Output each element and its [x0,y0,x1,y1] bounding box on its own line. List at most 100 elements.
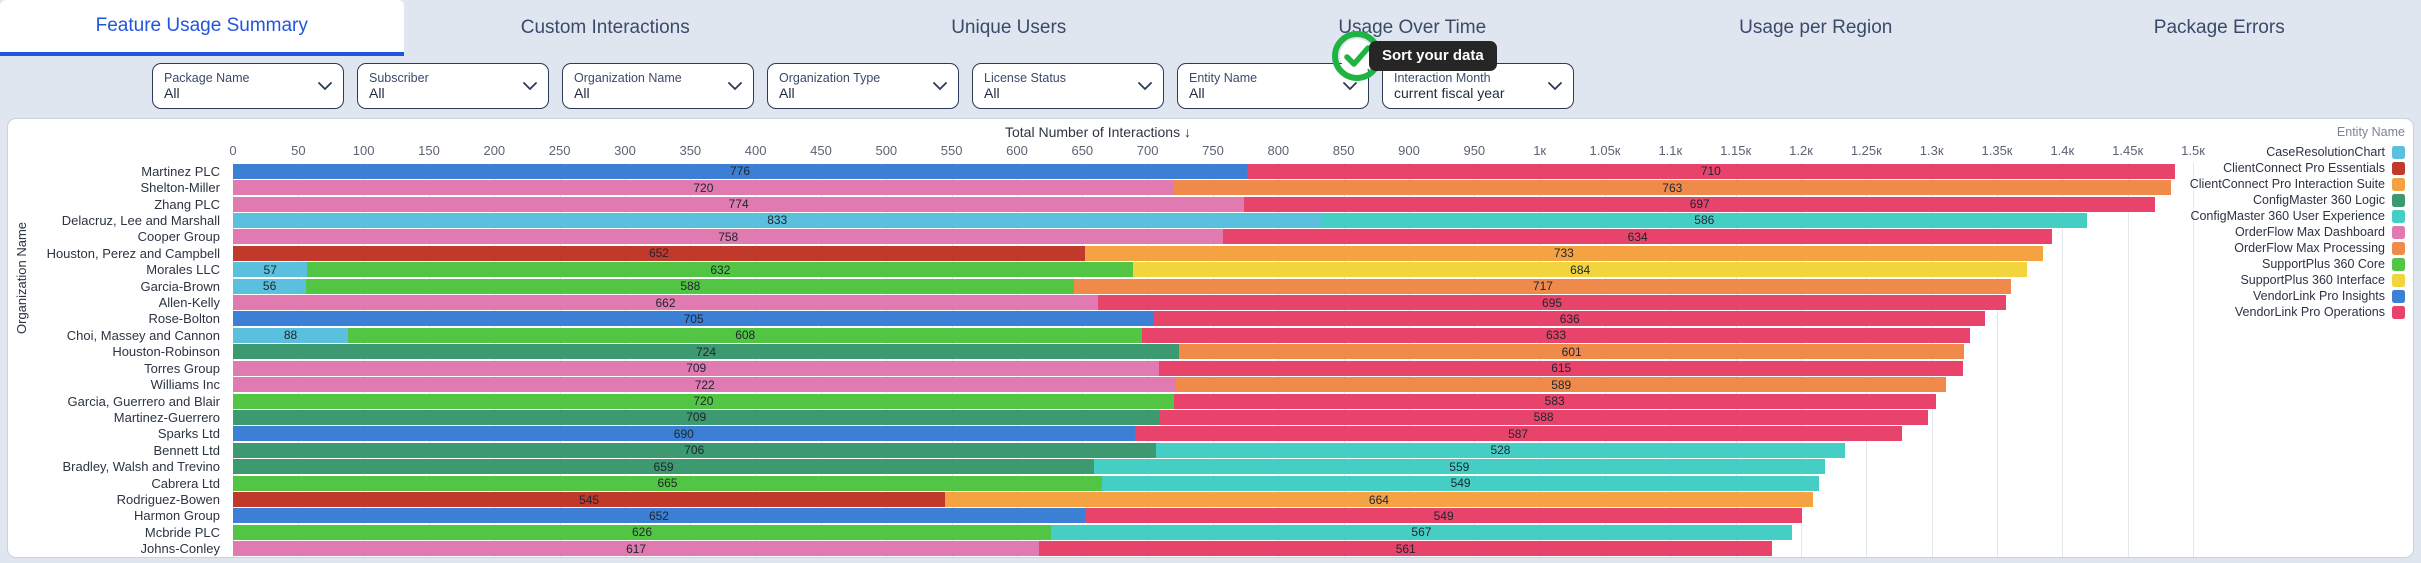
bar-segment[interactable]: 615 [1159,360,1964,376]
bar-row[interactable]: 724 601 [233,344,1965,360]
legend-item[interactable]: CaseResolutionChart [2191,144,2413,160]
bar-segment[interactable]: 664 [945,492,1813,508]
filter-entity-name[interactable]: Entity Name All [1177,63,1369,109]
bar-segment[interactable]: 549 [1084,508,1803,524]
filter-license-status[interactable]: License Status All [972,63,1164,109]
bar-row[interactable]: 652 549 [233,508,1803,524]
bar-row[interactable]: 626 567 [233,524,1792,540]
bar-segment[interactable]: 706 [233,442,1156,458]
bar-segment[interactable]: 652 [233,508,1085,524]
bar-row[interactable]: 659 559 [233,459,1825,475]
bar-segment[interactable]: 720 [233,393,1174,409]
bar-segment[interactable]: 652 [233,245,1085,261]
legend-item[interactable]: VendorLink Pro Insights [2191,288,2413,304]
bar-segment[interactable]: 695 [1098,295,2007,311]
bar-segment[interactable]: 709 [233,409,1160,425]
bar-segment[interactable]: 636 [1154,311,1986,327]
bar-segment[interactable]: 545 [233,492,946,508]
bar-row[interactable]: 706 528 [233,442,1846,458]
bar-row[interactable]: 720 763 [233,180,2171,196]
bar-segment[interactable]: 763 [1173,180,2171,196]
bar-segment[interactable]: 587 [1134,426,1902,442]
bar-segment[interactable]: 528 [1155,442,1846,458]
bar-row[interactable]: 705 636 [233,311,1986,327]
filter-organization-name[interactable]: Organization Name All [562,63,754,109]
bar-segment[interactable]: 561 [1039,541,1773,557]
bar-segment[interactable]: 697 [1244,196,2156,212]
bar-segment[interactable]: 705 [233,311,1155,327]
bar-segment[interactable]: 608 [347,327,1143,343]
bar-row[interactable]: 776 710 [233,163,2175,179]
tab-unique-users[interactable]: Unique Users [807,0,1211,56]
bar-segment[interactable]: 634 [1223,229,2052,245]
bar-row[interactable]: 545 664 [233,492,1813,508]
bar-segment[interactable]: 633 [1142,327,1970,343]
legend-item[interactable]: SupportPlus 360 Interface [2191,272,2413,288]
tab-custom-interactions[interactable]: Custom Interactions [404,0,808,56]
bar-segment[interactable]: 588 [1159,409,1928,425]
bar-row[interactable]: 833 586 [233,212,2088,228]
bar-segment[interactable]: 758 [233,229,1224,245]
bar-segment[interactable]: 583 [1173,393,1936,409]
bar-segment[interactable]: 588 [306,278,1075,294]
filter-package-name[interactable]: Package Name All [152,63,344,109]
bar-segment[interactable]: 774 [233,196,1245,212]
legend-item[interactable]: VendorLink Pro Operations [2191,304,2413,320]
tab-usage-per-region[interactable]: Usage per Region [1614,0,2018,56]
bar-segment[interactable]: 724 [233,344,1180,360]
bar-row[interactable]: 720 583 [233,393,1936,409]
bar-row[interactable]: 709 615 [233,360,1964,376]
tab-feature-usage-summary[interactable]: Feature Usage Summary [0,0,404,56]
chevron-down-icon[interactable] [1343,82,1357,91]
bar-segment[interactable]: 776 [233,163,1247,179]
bar-segment[interactable]: 567 [1050,524,1792,540]
tab-package-errors[interactable]: Package Errors [2018,0,2421,56]
bar-segment[interactable]: 722 [233,377,1177,393]
bar-row[interactable]: 56 588 717 [233,278,2012,294]
bar-row[interactable]: 88 608 633 [233,327,1970,343]
chevron-down-icon[interactable] [728,82,742,91]
bar-segment[interactable]: 56 [233,278,307,294]
bar-segment[interactable]: 601 [1179,344,1965,360]
bar-row[interactable]: 722 589 [233,377,1947,393]
filter-subscriber[interactable]: Subscriber All [357,63,549,109]
legend-item[interactable]: OrderFlow Max Dashboard [2191,224,2413,240]
legend-item[interactable]: ClientConnect Pro Essentials [2191,160,2413,176]
legend-item[interactable]: OrderFlow Max Processing [2191,240,2413,256]
bar-segment[interactable]: 665 [233,475,1102,491]
bar-segment[interactable]: 626 [233,524,1051,540]
legend-item[interactable]: ConfigMaster 360 Logic [2191,192,2413,208]
bar-row[interactable]: 709 588 [233,409,1928,425]
bar-segment[interactable]: 684 [1133,262,2028,278]
chevron-down-icon[interactable] [933,82,947,91]
legend-item[interactable]: ClientConnect Pro Interaction Suite [2190,176,2413,192]
filter-organization-type[interactable]: Organization Type All [767,63,959,109]
bar-segment[interactable]: 659 [233,459,1095,475]
bar-segment[interactable]: 88 [233,327,348,343]
bar-segment[interactable]: 709 [233,360,1160,376]
bar-segment[interactable]: 690 [233,426,1135,442]
bar-row[interactable]: 665 549 [233,475,1820,491]
bar-segment[interactable]: 710 [1246,163,2175,179]
bar-row[interactable]: 690 587 [233,426,1902,442]
bar-row[interactable]: 57 632 684 [233,262,2028,278]
bar-segment[interactable]: 589 [1176,377,1947,393]
bar-segment[interactable]: 720 [233,180,1174,196]
bar-segment[interactable]: 549 [1101,475,1820,491]
bar-row[interactable]: 617 561 [233,541,1773,557]
bar-row[interactable]: 662 695 [233,295,2007,311]
chevron-down-icon[interactable] [1548,82,1562,91]
bar-row[interactable]: 652 733 [233,245,2043,261]
bar-segment[interactable]: 833 [233,212,1322,228]
bar-segment[interactable]: 733 [1084,245,2043,261]
bar-segment[interactable]: 717 [1074,278,2012,294]
bar-row[interactable]: 774 697 [233,196,2156,212]
legend-item[interactable]: SupportPlus 360 Core [2191,256,2413,272]
chevron-down-icon[interactable] [1138,82,1152,91]
bar-segment[interactable]: 57 [233,262,308,278]
bar-segment[interactable]: 559 [1094,459,1825,475]
bar-segment[interactable]: 632 [307,262,1134,278]
legend-item[interactable]: ConfigMaster 360 User Experience [2190,208,2413,224]
bar-row[interactable]: 758 634 [233,229,2052,245]
bar-segment[interactable]: 617 [233,541,1040,557]
